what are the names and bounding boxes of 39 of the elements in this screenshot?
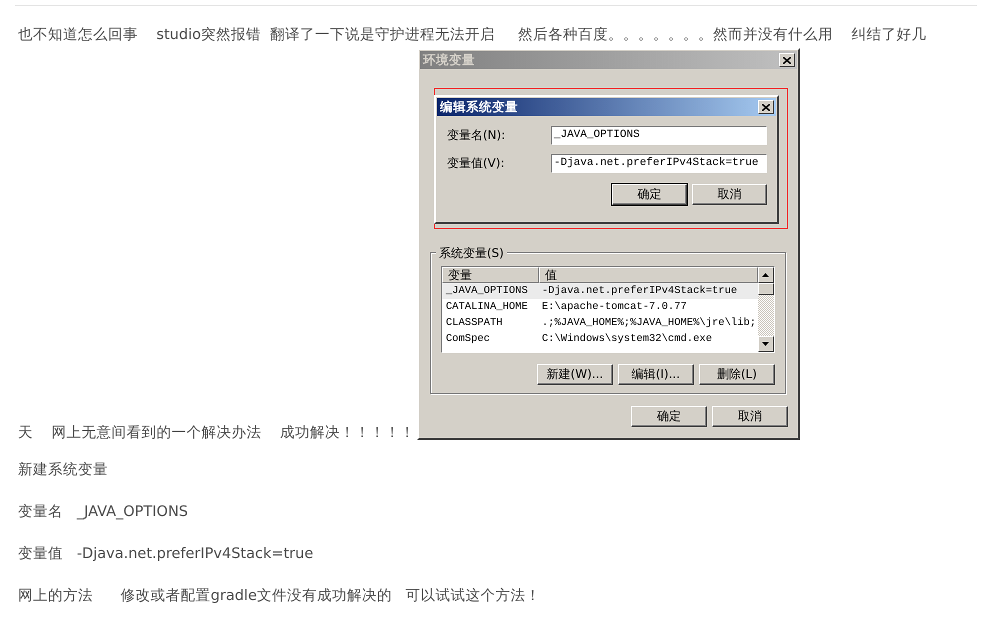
list-row[interactable]: CLASSPATH .;%JAVA_HOME%;%JAVA_HOME%\jre\lib; bbox=[442, 315, 758, 331]
dialog-button[interactable]: 确定 bbox=[612, 184, 687, 205]
dialog-button[interactable]: 取消 bbox=[712, 406, 788, 427]
dialog-button[interactable]: 编辑(I)... bbox=[618, 364, 694, 385]
list-row[interactable]: ComSpec C:\Windows\system32\cmd.exe bbox=[442, 331, 758, 347]
list-row[interactable]: _JAVA_OPTIONS -Djava.net.preferIPv4Stack=true bbox=[442, 283, 758, 299]
variable-name: CLASSPATH bbox=[444, 317, 504, 329]
paragraph-text: 变量名 _JAVA_OPTIONS bbox=[18, 502, 188, 522]
paragraph-text: 天 网上无意间看到的一个解决办法 成功解决！！！！！ bbox=[18, 424, 415, 443]
variable-name: CATALINA_HOME bbox=[444, 301, 529, 313]
field-label: 变量名(N): bbox=[446, 127, 506, 144]
dialog-button[interactable]: 新建(W)... bbox=[536, 364, 613, 385]
variable-value: .;%JAVA_HOME%;%JAVA_HOME%\jre\lib; bbox=[540, 317, 758, 329]
variable-name: ComSpec bbox=[444, 333, 491, 345]
close-icon[interactable] bbox=[778, 53, 795, 67]
column-header[interactable]: 值 bbox=[538, 267, 758, 283]
list-row[interactable]: CATALINA_HOME E:\apache-tomcat-7.0.77 bbox=[442, 299, 758, 315]
dialog-button[interactable]: 删除(L) bbox=[698, 364, 775, 385]
input-field[interactable]: -Djava.net.preferIPv4Stack=true bbox=[550, 154, 767, 173]
variable-value: -Djava.net.preferIPv4Stack=true bbox=[540, 285, 738, 297]
paragraph-text: 也不知道怎么回事 studio突然报错 翻译了一下说是守护进程无法开启 然后各种百度。。。。。。。然而并没有什么用 纠结了好几 bbox=[18, 26, 927, 45]
dialog-button[interactable]: 取消 bbox=[692, 184, 767, 205]
variable-name: _JAVA_OPTIONS bbox=[444, 285, 529, 297]
paragraph-text: 变量值 -Djava.net.preferIPv4Stack=true bbox=[18, 544, 314, 564]
paragraph-text: 网上的方法 修改或者配置gradle文件没有成功解决的 可以试试这个方法！ bbox=[18, 586, 541, 606]
field-label: 变量值(V): bbox=[446, 155, 506, 172]
paragraph-text: 新建系统变量 bbox=[18, 460, 108, 480]
window-title: 编辑系统变量 bbox=[440, 98, 518, 116]
variable-value: C:\Windows\system32\cmd.exe bbox=[540, 333, 714, 345]
variable-value: E:\apache-tomcat-7.0.77 bbox=[540, 301, 688, 313]
input-field[interactable]: _JAVA_OPTIONS bbox=[550, 126, 767, 145]
column-header[interactable]: 变量 bbox=[442, 267, 539, 283]
group-title: 系统变量(S) bbox=[436, 245, 507, 262]
scroll-down-icon[interactable] bbox=[758, 336, 774, 352]
dialog-button[interactable]: 确定 bbox=[630, 406, 707, 427]
scroll-up-icon[interactable] bbox=[758, 267, 774, 283]
scroll-thumb[interactable] bbox=[758, 283, 774, 295]
close-icon[interactable] bbox=[758, 100, 774, 114]
window-title: 环境变量 bbox=[422, 52, 475, 68]
